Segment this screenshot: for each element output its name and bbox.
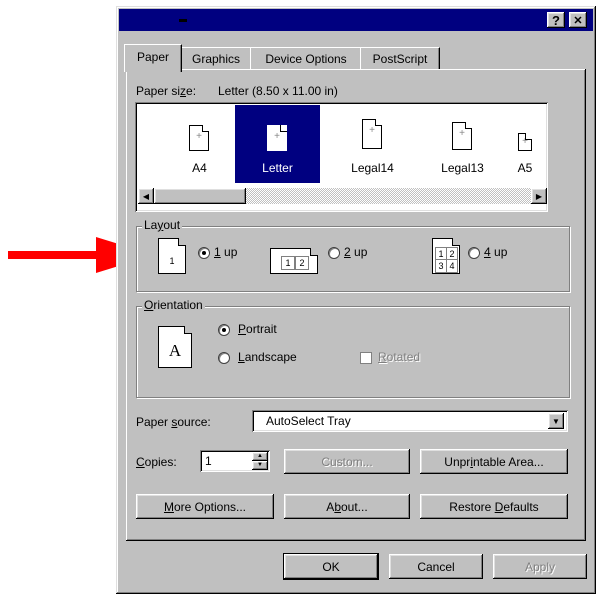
radio-1up[interactable] <box>198 247 210 259</box>
arrow-left-icon: ◀ <box>142 191 150 201</box>
paper-size-label: Paper size: <box>136 84 197 98</box>
orientation-portrait-icon: A <box>158 326 192 368</box>
radio-2up-label[interactable]: 2 up <box>344 245 367 259</box>
arrow-right-icon: ▶ <box>535 191 543 201</box>
paper-icon: + <box>362 119 382 149</box>
paper-icon: + <box>189 125 209 151</box>
paper-icon: + <box>518 133 532 151</box>
print-properties-dialog: ? ✕ Paper Graphics Device Options PostSc… <box>116 6 596 594</box>
layout-group <box>136 226 570 292</box>
layout-icon-number: 2 <box>295 256 309 270</box>
layout-2up-icon: 1 2 <box>270 248 318 274</box>
scroll-left-button[interactable]: ◀ <box>138 188 154 204</box>
paper-item-a5[interactable]: + A5 <box>495 105 555 183</box>
layout-group-title: Layout <box>142 218 183 232</box>
paper-icon: + <box>267 125 287 151</box>
paper-item-label: A5 <box>517 161 533 175</box>
paper-size-value: Letter (8.50 x 11.00 in) <box>218 84 338 98</box>
radio-landscape-label[interactable]: Landscape <box>238 350 297 364</box>
radio-1up-label[interactable]: 1 up <box>214 245 237 259</box>
paper-source-select[interactable]: AutoSelect Tray ▼ <box>252 410 568 432</box>
dropdown-button[interactable]: ▼ <box>548 413 564 429</box>
paper-item-legal14[interactable]: + Legal14 <box>330 105 415 183</box>
paper-item-legal13[interactable]: + Legal13 <box>420 105 505 183</box>
layout-icon-number: 1 <box>169 256 175 266</box>
radio-4up[interactable] <box>468 247 480 259</box>
radio-portrait[interactable] <box>218 324 230 336</box>
copies-spin-up[interactable]: ▲ <box>252 452 268 461</box>
paper-list-scrollbar[interactable]: ◀ ▶ <box>138 188 547 204</box>
rotated-checkbox[interactable] <box>360 352 372 364</box>
radio-4up-label[interactable]: 4 up <box>484 245 507 259</box>
copies-value: 1 <box>205 454 212 468</box>
paper-item-label: A4 <box>192 161 207 175</box>
radio-landscape[interactable] <box>218 352 230 364</box>
paper-item-label: Letter <box>262 161 293 175</box>
paper-item-label: Legal14 <box>351 161 394 175</box>
paper-source-value: AutoSelect Tray <box>266 414 351 428</box>
orientation-group-title: Orientation <box>142 298 205 312</box>
about-button[interactable]: About... <box>284 494 410 519</box>
chevron-down-icon: ▼ <box>552 416 560 426</box>
orientation-icon-letter: A <box>168 341 182 360</box>
rotated-label: Rotated <box>378 350 421 364</box>
apply-button[interactable]: Apply <box>493 554 587 579</box>
paper-icon: + <box>452 122 472 150</box>
layout-4up-icon: 1 2 3 4 <box>432 238 460 274</box>
paper-source-label: Paper source: <box>136 415 211 429</box>
scroll-right-button[interactable]: ▶ <box>531 188 547 204</box>
layout-1up-icon: 1 <box>158 238 186 274</box>
copies-label: Copies: <box>136 455 177 469</box>
copies-input[interactable]: 1 ▲ ▼ <box>200 450 270 472</box>
paper-item-label: Legal13 <box>441 161 484 175</box>
custom-button[interactable]: Custom... <box>284 449 410 474</box>
layout-icon-number: 4 <box>446 259 458 273</box>
ok-button[interactable]: OK <box>283 553 379 580</box>
radio-portrait-label[interactable]: Portrait <box>238 322 277 336</box>
more-options-button[interactable]: More Options... <box>136 494 274 519</box>
cancel-button[interactable]: Cancel <box>389 554 483 579</box>
radio-2up[interactable] <box>328 247 340 259</box>
orientation-group <box>136 306 570 398</box>
layout-icon-number: 1 <box>281 256 295 270</box>
scroll-thumb[interactable] <box>154 188 246 204</box>
copies-spin-down[interactable]: ▼ <box>252 461 268 470</box>
paper-item-a4[interactable]: + A4 <box>157 105 242 183</box>
unprintable-area-button[interactable]: Unprintable Area... <box>420 449 568 474</box>
paper-item-letter[interactable]: + Letter <box>235 105 320 183</box>
restore-defaults-button[interactable]: Restore Defaults <box>420 494 568 519</box>
